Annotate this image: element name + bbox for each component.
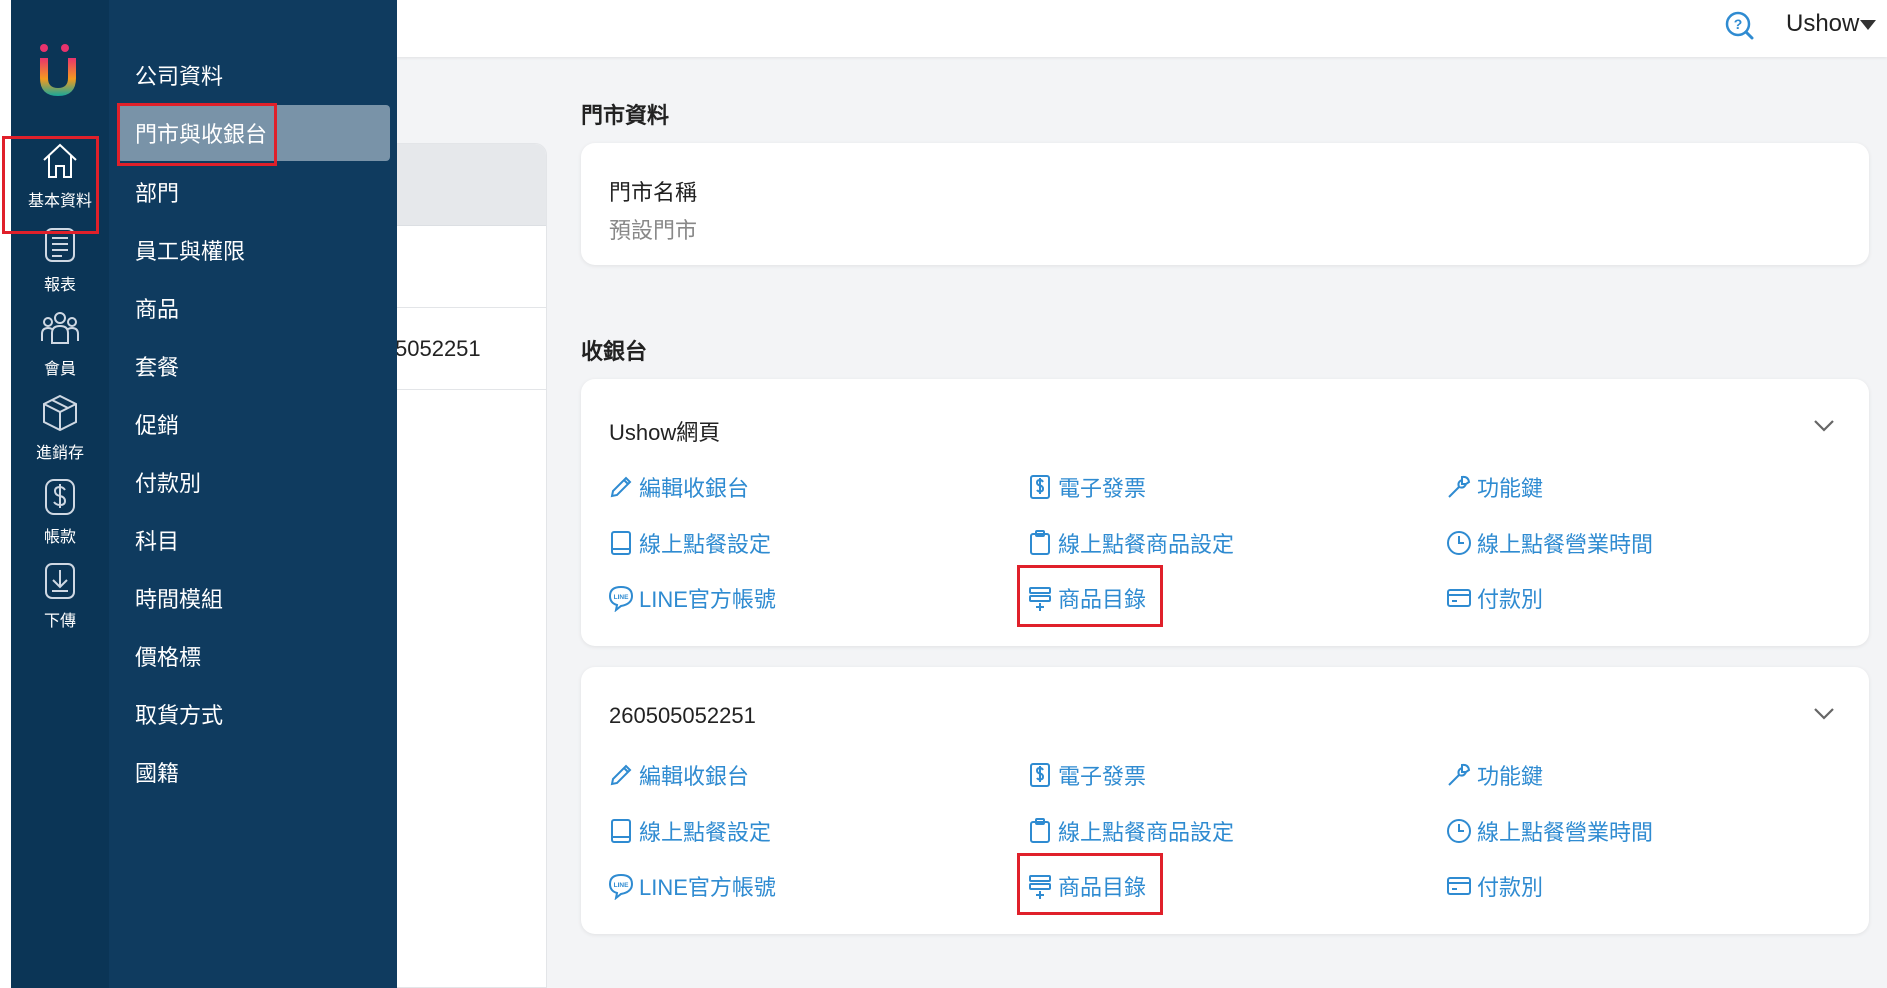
online-order-hours-link[interactable]: 線上點餐營業時間 <box>1445 815 1653 847</box>
tablet-icon <box>611 819 631 843</box>
function-keys-link[interactable]: 功能鍵 <box>1445 759 1543 791</box>
submenu-item-time-modules[interactable]: 時間模組 <box>117 570 390 626</box>
report-icon <box>45 228 75 262</box>
catalog-add-icon <box>1029 587 1051 611</box>
rail-item-members[interactable]: 會員 <box>11 295 109 391</box>
submenu-item-subjects[interactable]: 科目 <box>117 512 390 568</box>
line-account-link[interactable]: LINE LINE官方帳號 <box>607 870 776 902</box>
rail-item-accounts[interactable]: 帳款 <box>11 463 109 559</box>
credit-card-icon <box>1447 589 1471 607</box>
submenu-item-promotions[interactable]: 促銷 <box>117 396 390 452</box>
submenu-item-departments[interactable]: 部門 <box>117 164 390 220</box>
online-order-settings-link[interactable]: 線上點餐設定 <box>607 527 771 559</box>
members-icon <box>41 312 79 344</box>
receipt-dollar-icon <box>1030 763 1050 787</box>
rail-item-label: 帳款 <box>43 529 76 546</box>
chevron-down-icon[interactable] <box>1813 707 1835 721</box>
inventory-box-icon <box>43 394 77 432</box>
online-order-products-link[interactable]: 線上點餐商品設定 <box>1026 815 1234 847</box>
submenu-item-pickup-methods[interactable]: 取貨方式 <box>117 686 390 742</box>
rail-item-label: 進銷存 <box>35 445 84 462</box>
einvoice-link[interactable]: 電子發票 <box>1026 471 1146 503</box>
submenu-item-company[interactable]: 公司資料 <box>117 47 390 103</box>
online-order-settings-link[interactable]: 線上點餐設定 <box>607 815 771 847</box>
register-card: Ushow網頁 編輯收銀台 電子發票 功能鍵 線上點餐設定 線上點餐商品設定 線… <box>581 379 1869 646</box>
store-name-label: 門市名稱 <box>609 180 698 205</box>
clipboard-icon <box>1030 530 1050 555</box>
submenu-item-price-tags[interactable]: 價格標 <box>117 628 390 684</box>
online-order-products-link[interactable]: 線上點餐商品設定 <box>1026 527 1234 559</box>
edit-register-link[interactable]: 編輯收銀台 <box>607 759 749 791</box>
svg-text:?: ? <box>1734 16 1743 32</box>
user-menu[interactable]: Ushow <box>1786 10 1859 38</box>
submenu-panel: 公司資料 門市與收銀台 部門 員工與權限 商品 套餐 促銷 付款別 科目 時間模… <box>109 0 397 988</box>
rail-item-reports[interactable]: 報表 <box>11 211 109 307</box>
clock-icon <box>1447 819 1471 843</box>
register-name: 260505052251 <box>609 703 756 728</box>
clock-icon <box>1447 531 1471 555</box>
home-icon <box>43 143 77 178</box>
wrench-icon <box>1448 475 1471 498</box>
app-logo-icon <box>40 44 76 96</box>
chevron-down-icon[interactable] <box>1813 419 1835 433</box>
submenu-item-products[interactable]: 商品 <box>117 280 390 336</box>
payment-methods-link[interactable]: 付款別 <box>1445 582 1543 614</box>
rail-item-label: 報表 <box>43 277 76 294</box>
svg-text:LINE: LINE <box>614 594 629 601</box>
online-order-hours-link[interactable]: 線上點餐營業時間 <box>1445 527 1653 559</box>
store-card: 門市名稱 預設門市 <box>581 143 1869 265</box>
top-bar <box>397 0 1887 57</box>
icon-rail: 基本資料 報表 會員 進銷存 帳款 下傳 <box>11 0 109 988</box>
line-chat-icon: LINE <box>608 585 634 612</box>
store-section-title: 門市資料 <box>581 103 670 128</box>
rail-item-basic-data[interactable]: 基本資料 <box>11 127 109 223</box>
pencil-icon <box>610 764 632 786</box>
rail-item-inventory[interactable]: 進銷存 <box>11 379 109 475</box>
help-icon[interactable]: ? <box>1724 10 1754 40</box>
download-icon <box>45 563 75 599</box>
tablet-icon <box>611 531 631 555</box>
clipboard-icon <box>1030 818 1050 843</box>
rail-item-label: 會員 <box>43 361 76 378</box>
register-name: Ushow網頁 <box>609 420 721 445</box>
product-catalog-link[interactable]: 商品目錄 <box>1026 582 1146 614</box>
registers-section-title: 收銀台 <box>581 339 648 364</box>
submenu-item-combos[interactable]: 套餐 <box>117 338 390 394</box>
edit-register-link[interactable]: 編輯收銀台 <box>607 471 749 503</box>
submenu-item-stores-registers[interactable]: 門市與收銀台 <box>117 105 390 161</box>
wrench-icon <box>1448 763 1471 786</box>
rail-item-label: 下傳 <box>43 613 76 630</box>
product-catalog-link[interactable]: 商品目錄 <box>1026 870 1146 902</box>
submenu-item-nationality[interactable]: 國籍 <box>117 744 390 800</box>
rail-item-label: 基本資料 <box>27 193 92 210</box>
dollar-icon <box>45 479 75 515</box>
rail-item-download[interactable]: 下傳 <box>11 547 109 643</box>
register-card: 260505052251 編輯收銀台 電子發票 功能鍵 線上點餐設定 線上點餐商… <box>581 667 1869 934</box>
pencil-icon <box>610 476 632 498</box>
receipt-dollar-icon <box>1030 475 1050 499</box>
function-keys-link[interactable]: 功能鍵 <box>1445 471 1543 503</box>
einvoice-link[interactable]: 電子發票 <box>1026 759 1146 791</box>
credit-card-icon <box>1447 877 1471 895</box>
caret-down-icon[interactable] <box>1860 20 1876 30</box>
submenu-item-payment-methods[interactable]: 付款別 <box>117 454 390 510</box>
store-name-value: 預設門市 <box>609 218 698 243</box>
submenu-item-staff-permissions[interactable]: 員工與權限 <box>117 222 390 278</box>
line-chat-icon: LINE <box>608 873 634 900</box>
svg-text:LINE: LINE <box>614 882 629 889</box>
payment-methods-link[interactable]: 付款別 <box>1445 870 1543 902</box>
catalog-add-icon <box>1029 875 1051 899</box>
line-account-link[interactable]: LINE LINE官方帳號 <box>607 582 776 614</box>
left-edge-strip <box>0 0 11 988</box>
